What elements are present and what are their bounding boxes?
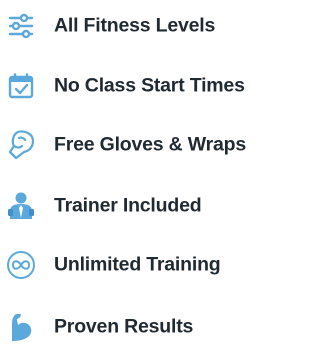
sliders-icon: [6, 11, 36, 41]
feature-label: Proven Results: [54, 315, 194, 338]
boxing-glove-icon: [6, 130, 36, 160]
trainer-icon: [6, 191, 36, 221]
feature-label: All Fitness Levels: [54, 14, 216, 37]
feature-item-unlimited-training: Unlimited Training: [0, 245, 302, 285]
feature-item-fitness-levels: All Fitness Levels: [0, 6, 302, 46]
feature-item-trainer: Trainer Included: [0, 186, 302, 226]
feature-item-class-start-times: No Class Start Times: [0, 66, 302, 106]
feature-label: No Class Start Times: [54, 74, 245, 97]
calendar-check-icon: [6, 71, 36, 101]
feature-item-proven-results: Proven Results: [0, 307, 302, 344]
feature-label: Free Gloves & Wraps: [54, 133, 246, 156]
feature-label: Trainer Included: [54, 194, 202, 217]
infinity-icon: [6, 250, 36, 280]
features-list: All Fitness Levels No Class Start Times: [0, 0, 302, 344]
flexed-arm-icon: [6, 312, 36, 342]
feature-label: Unlimited Training: [54, 253, 221, 276]
feature-item-gloves-wraps: Free Gloves & Wraps: [0, 125, 302, 165]
